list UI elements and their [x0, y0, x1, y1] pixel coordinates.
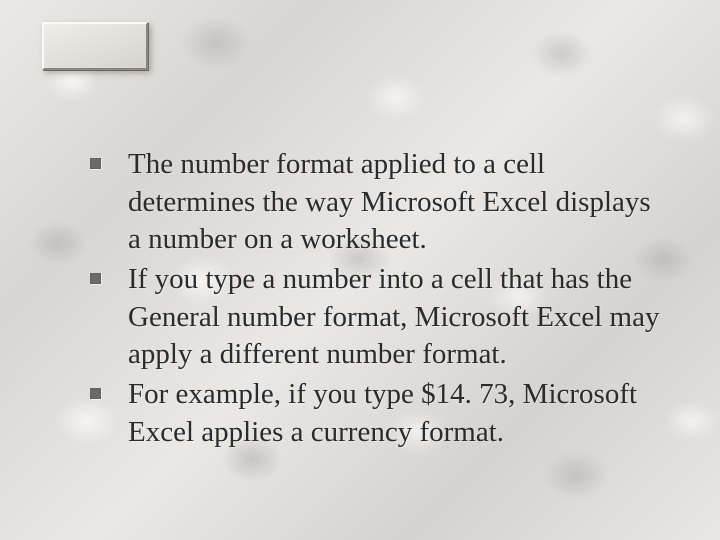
square-bullet-icon: [90, 273, 101, 284]
list-item: If you type a number into a cell that ha…: [88, 261, 666, 374]
bullet-list: The number format applied to a cell dete…: [88, 146, 666, 452]
list-item: For example, if you type $14. 73, Micros…: [88, 376, 666, 451]
bullet-text: The number format applied to a cell dete…: [128, 148, 651, 255]
bullet-text: If you type a number into a cell that ha…: [128, 263, 659, 370]
title-placeholder-plate: [42, 22, 148, 70]
bullet-text: For example, if you type $14. 73, Micros…: [128, 378, 637, 448]
square-bullet-icon: [90, 158, 101, 169]
list-item: The number format applied to a cell dete…: [88, 146, 666, 259]
slide-body: The number format applied to a cell dete…: [88, 146, 666, 454]
square-bullet-icon: [90, 388, 101, 399]
